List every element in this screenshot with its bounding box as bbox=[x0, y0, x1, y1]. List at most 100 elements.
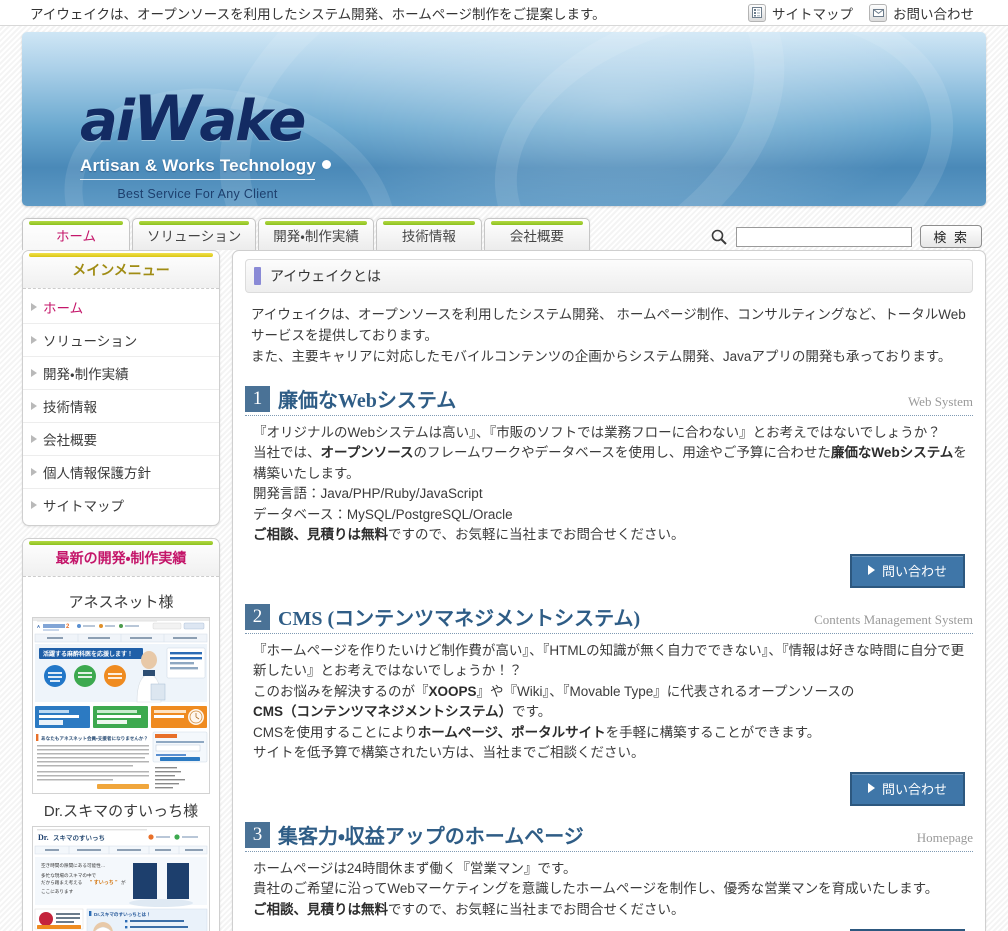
sidebar-item-home[interactable]: ホーム bbox=[23, 291, 219, 324]
site-logo[interactable]: aiWake Artisan & Works Technology Best S… bbox=[80, 88, 331, 201]
intro-paragraph: アイウェイクは、オープンソースを利用したシステム開発、 ホームページ制作、コンサ… bbox=[251, 307, 966, 364]
contact-link[interactable]: お問い合わせ bbox=[869, 3, 974, 23]
svg-text:多忙な現場のスキマの中で: 多忙な現場のスキマの中で bbox=[41, 872, 97, 879]
logo-divider bbox=[80, 179, 315, 180]
sidebar-item-label: サイトマップ bbox=[43, 499, 124, 514]
logo-dot-icon bbox=[322, 160, 331, 169]
svg-text:Dr.スキマのすいっちとは！: Dr.スキマのすいっちとは！ bbox=[94, 911, 151, 918]
top-utility-bar: アイウェイクは、オープンソースを利用したシステム開発、ホームページ制作をご提案し… bbox=[0, 0, 1008, 26]
section-body: 『オリジナルのWebシステムは高い』、『市販のソフトでは業務フローに合わない』と… bbox=[253, 424, 967, 543]
tab-tech-info[interactable]: 技術情報 bbox=[375, 218, 482, 250]
section-number-badge: 2 bbox=[245, 603, 270, 630]
chevron-right-icon bbox=[31, 303, 37, 311]
tab-company-profile[interactable]: 会社概要 bbox=[483, 218, 590, 250]
main-content: アイウェイクとは アイウェイクは、オープンソースを利用したシステム開発、 ホーム… bbox=[232, 250, 986, 931]
svg-text:だから踏まえ考える: だから踏まえ考える bbox=[41, 879, 82, 886]
section-header: 1 廉価なWebシステム Web System bbox=[245, 385, 973, 416]
latest-works-panel: 最新の開発・制作実績 アネスネット様 A 2 活躍する麻酔科医を応援します！ あ… bbox=[22, 538, 220, 931]
work-item-title: Dr.スキマのすいっち様 bbox=[43, 803, 199, 820]
latest-works-list: アネスネット様 A 2 活躍する麻酔科医を応援します！ あなたもアネスネット会員… bbox=[23, 577, 219, 931]
section-body: 『ホームページを作りたいけど制作費が高い』、『HTMLの知識が無く自力でできない… bbox=[253, 642, 965, 761]
sidebar-item-development-works[interactable]: 開発・制作実績 bbox=[23, 357, 219, 390]
website-screenshot-dr-sukima: Dr. スキマのすいっち 空き時間の隙間にある可能性… 多忙な現場のスキマの中で… bbox=[32, 826, 210, 931]
search-input[interactable] bbox=[736, 226, 913, 247]
top-utility-links: サイトマップ お問い合わせ bbox=[748, 3, 996, 23]
page-title: アイウェイクとは bbox=[270, 268, 382, 284]
logo-tagline: Best Service For Any Client bbox=[117, 187, 278, 201]
magnifier-icon bbox=[710, 228, 728, 246]
sidebar-item-privacy-policy[interactable]: 個人情報保護方針 bbox=[23, 456, 219, 489]
sidebar-item-label: ソリューション bbox=[43, 334, 138, 349]
section-title: 廉価なWebシステム bbox=[278, 389, 457, 412]
section-homepage: 3 集客力・収益アップのホームページ Homepage ホームページは24時間休… bbox=[245, 821, 973, 931]
sitemap-link-label: サイトマップ bbox=[772, 6, 853, 22]
navigation-row: ホーム ソリューション 開発・制作実績 技術情報 会社概要 検 索 bbox=[22, 218, 986, 250]
svg-text:空き時間の隙間にある可能性…: 空き時間の隙間にある可能性… bbox=[41, 862, 105, 869]
section-button-row: 問い合わせ bbox=[245, 771, 973, 806]
svg-text:スキマのすいっち: スキマのすいっち bbox=[53, 834, 105, 842]
section-title: 集客力・収益アップのホームページ bbox=[278, 825, 584, 848]
sidebar-item-tech-info[interactable]: 技術情報 bbox=[23, 390, 219, 423]
svg-text:ここにあります: ここにあります bbox=[41, 888, 74, 895]
search-area: 検 索 bbox=[710, 225, 986, 250]
section-cms: 2 CMS (コンテンツマネジメントシステム) Contents Managem… bbox=[245, 603, 973, 806]
logo-text: aiWake bbox=[80, 82, 306, 155]
work-item-title: アネスネット様 bbox=[68, 594, 174, 611]
svg-text:が: が bbox=[121, 879, 126, 886]
list-item[interactable]: アネスネット様 A 2 活躍する麻酔科医を応援します！ あなたもアネスネット会員… bbox=[32, 585, 210, 794]
sitemap-link[interactable]: サイトマップ bbox=[748, 3, 853, 23]
content-columns: メインメニュー ホーム ソリューション 開発・制作実績 技術情報 会社概要 個人… bbox=[22, 250, 986, 931]
chevron-right-icon bbox=[31, 336, 37, 344]
contact-button[interactable]: 問い合わせ bbox=[849, 553, 965, 588]
section-button-row: 問い合わせ bbox=[245, 553, 973, 588]
hero-banner: aiWake Artisan & Works Technology Best S… bbox=[22, 32, 986, 206]
main-menu-title: メインメニュー bbox=[23, 251, 219, 289]
play-arrow-icon bbox=[867, 783, 875, 794]
main-menu-list: ホーム ソリューション 開発・制作実績 技術情報 会社概要 個人情報保護方針 サ… bbox=[23, 289, 219, 525]
section-title: CMS (コンテンツマネジメントシステム) bbox=[278, 607, 641, 630]
contact-button[interactable]: 問い合わせ bbox=[849, 771, 965, 806]
sidebar-item-label: ホーム bbox=[43, 301, 84, 316]
page-wrapper: aiWake Artisan & Works Technology Best S… bbox=[0, 32, 1008, 931]
envelope-icon bbox=[869, 3, 887, 22]
sidebar-item-label: 開発・制作実績 bbox=[43, 367, 129, 382]
section-subtitle-en: Contents Management System bbox=[814, 611, 973, 627]
decorative-swoosh bbox=[465, 32, 983, 206]
section-header: 2 CMS (コンテンツマネジメントシステム) Contents Managem… bbox=[245, 603, 973, 634]
tab-home[interactable]: ホーム bbox=[22, 218, 130, 250]
contact-button-label: 問い合わせ bbox=[881, 781, 947, 797]
header-accent-bar bbox=[254, 267, 261, 285]
tab-solution[interactable]: ソリューション bbox=[132, 218, 257, 250]
svg-text:Dr.: Dr. bbox=[38, 833, 49, 842]
svg-text:あなたもアネスネット会員・支援者になりませんか？: あなたもアネスネット会員・支援者になりませんか？ bbox=[41, 735, 148, 742]
search-button[interactable]: 検 索 bbox=[920, 225, 982, 248]
chevron-right-icon bbox=[31, 369, 37, 377]
tab-development-works[interactable]: 開発・制作実績 bbox=[258, 218, 374, 250]
chevron-right-icon bbox=[31, 501, 37, 509]
chevron-right-icon bbox=[31, 435, 37, 443]
main-tabs: ホーム ソリューション 開発・制作実績 技術情報 会社概要 bbox=[22, 218, 590, 250]
sidebar: メインメニュー ホーム ソリューション 開発・制作実績 技術情報 会社概要 個人… bbox=[22, 250, 220, 931]
logo-subtitle: Artisan & Works Technology bbox=[80, 156, 331, 176]
contact-link-label: お問い合わせ bbox=[893, 6, 974, 22]
svg-text:活躍する麻酔科医を応援します！: 活躍する麻酔科医を応援します！ bbox=[43, 650, 133, 658]
content-panel: アイウェイクとは アイウェイクは、オープンソースを利用したシステム開発、 ホーム… bbox=[232, 250, 986, 931]
website-screenshot-anesnet: A 2 活躍する麻酔科医を応援します！ あなたもアネスネット会員・支援者になりま… bbox=[32, 617, 210, 794]
sidebar-item-company-profile[interactable]: 会社概要 bbox=[23, 423, 219, 456]
svg-text:A: A bbox=[37, 624, 40, 629]
section-number-badge: 3 bbox=[245, 821, 270, 848]
sidebar-item-sitemap[interactable]: サイトマップ bbox=[23, 489, 219, 521]
content-header: アイウェイクとは bbox=[245, 259, 973, 293]
section-body: ホームページは24時間休まず働く『営業マン』です。 貴社のご希望に沿ってWebマー… bbox=[253, 860, 939, 917]
list-item[interactable]: Dr.スキマのすいっち様 Dr. スキマのすいっち 空き時間の隙間にある可能性…… bbox=[32, 794, 210, 931]
section-number-badge: 1 bbox=[245, 385, 270, 412]
play-arrow-icon bbox=[867, 565, 875, 576]
site-tagline: アイウェイクは、オープンソースを利用したシステム開発、ホームページ制作をご提案し… bbox=[30, 6, 606, 22]
sidebar-item-label: 個人情報保護方針 bbox=[43, 466, 151, 481]
section-header: 3 集客力・収益アップのホームページ Homepage bbox=[245, 821, 973, 852]
chevron-right-icon bbox=[31, 402, 37, 410]
sidebar-item-solution[interactable]: ソリューション bbox=[23, 324, 219, 357]
chevron-right-icon bbox=[31, 468, 37, 476]
section-web-system: 1 廉価なWebシステム Web System 『オリジナルのWebシステムは高… bbox=[245, 385, 973, 588]
svg-text:" すいっち ": " すいっち " bbox=[90, 879, 118, 886]
